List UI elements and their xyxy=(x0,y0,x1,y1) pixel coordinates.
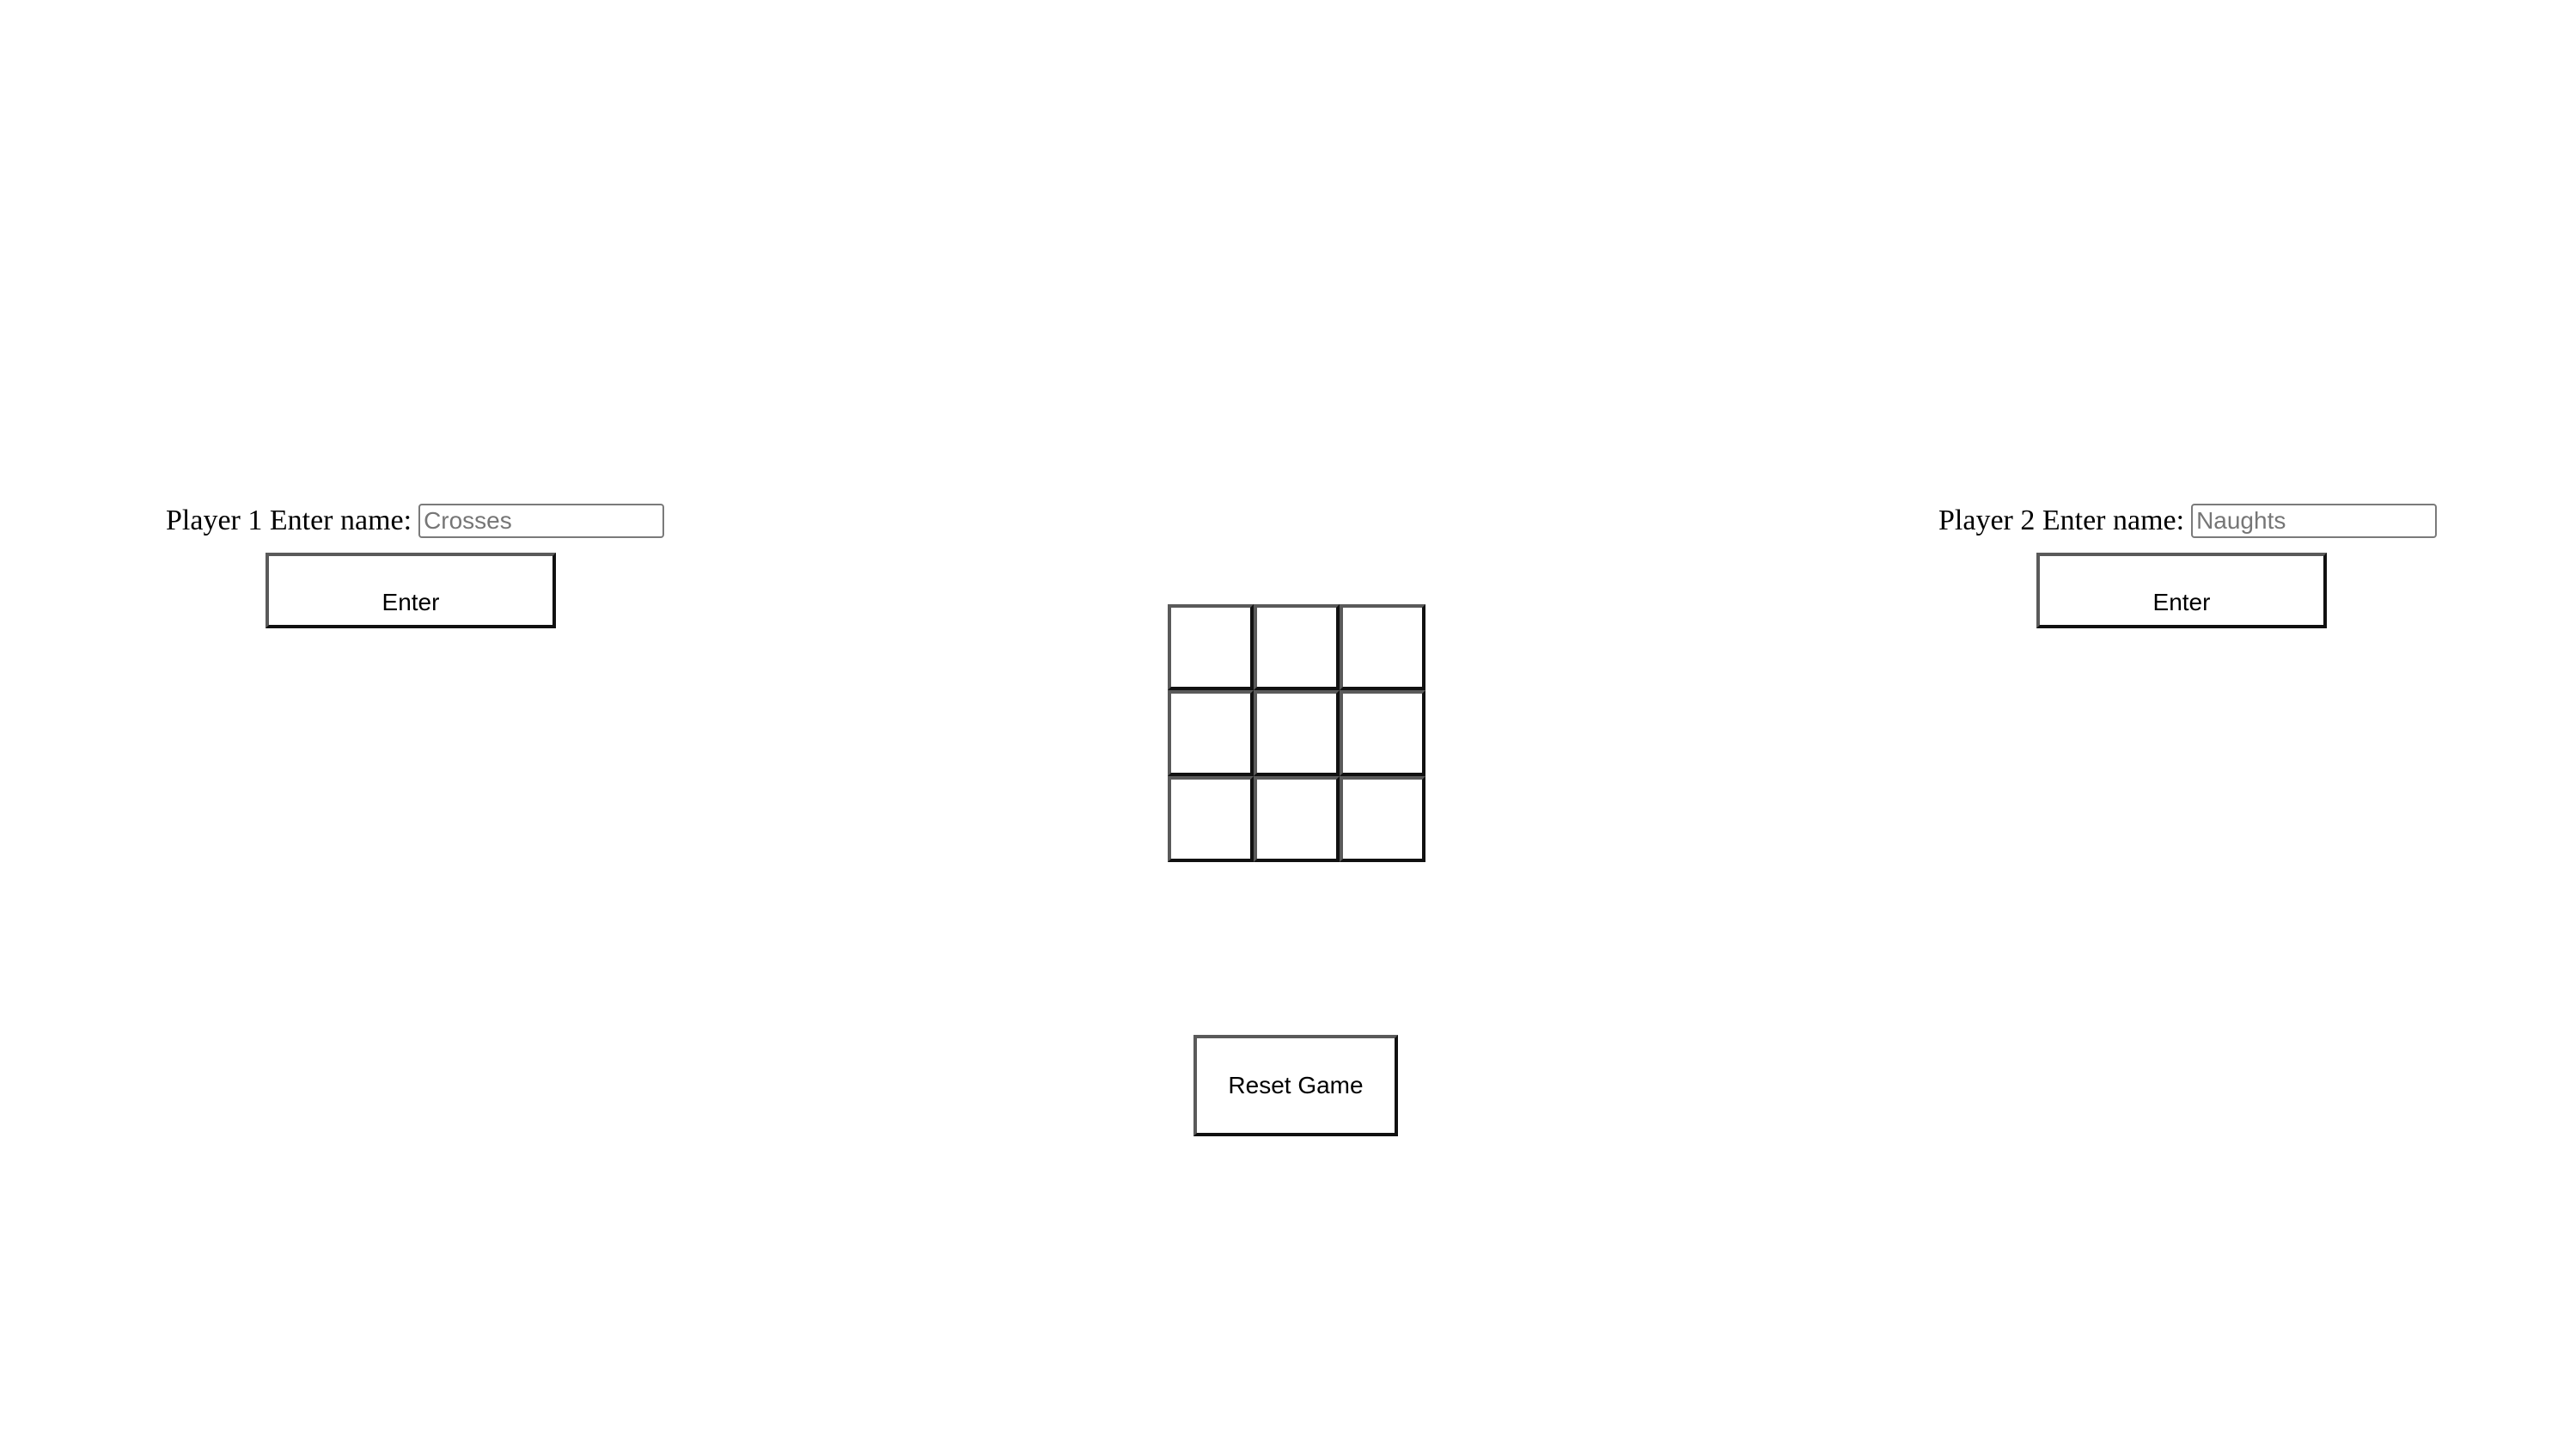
player1-name-label: Player 1 Enter name: xyxy=(166,505,412,536)
game-board xyxy=(1168,604,1425,862)
player1-name-row: Player 1 Enter name: xyxy=(166,501,665,541)
board-cell-r2c3[interactable] xyxy=(1340,690,1425,776)
board-cell-r1c2[interactable] xyxy=(1254,604,1340,690)
player2-enter-button[interactable]: Enter xyxy=(2036,553,2327,628)
player2-name-input[interactable] xyxy=(2191,504,2438,538)
player1-name-input[interactable] xyxy=(418,504,665,538)
board-cell-r2c1[interactable] xyxy=(1168,690,1254,776)
board-cell-r3c3[interactable] xyxy=(1340,776,1425,862)
player2-name-row: Player 2 Enter name: xyxy=(1938,501,2438,541)
player1-enter-button[interactable]: Enter xyxy=(266,553,556,628)
player1-panel: Player 1 Enter name: Enter xyxy=(166,501,665,630)
board-cell-r3c2[interactable] xyxy=(1254,776,1340,862)
board-cell-r1c1[interactable] xyxy=(1168,604,1254,690)
board-cell-r3c1[interactable] xyxy=(1168,776,1254,862)
player2-name-label: Player 2 Enter name: xyxy=(1938,505,2185,536)
reset-game-button[interactable]: Reset Game xyxy=(1193,1035,1398,1136)
player2-panel: Player 2 Enter name: Enter xyxy=(1938,501,2438,630)
board-cell-r2c2[interactable] xyxy=(1254,690,1340,776)
board-cell-r1c3[interactable] xyxy=(1340,604,1425,690)
